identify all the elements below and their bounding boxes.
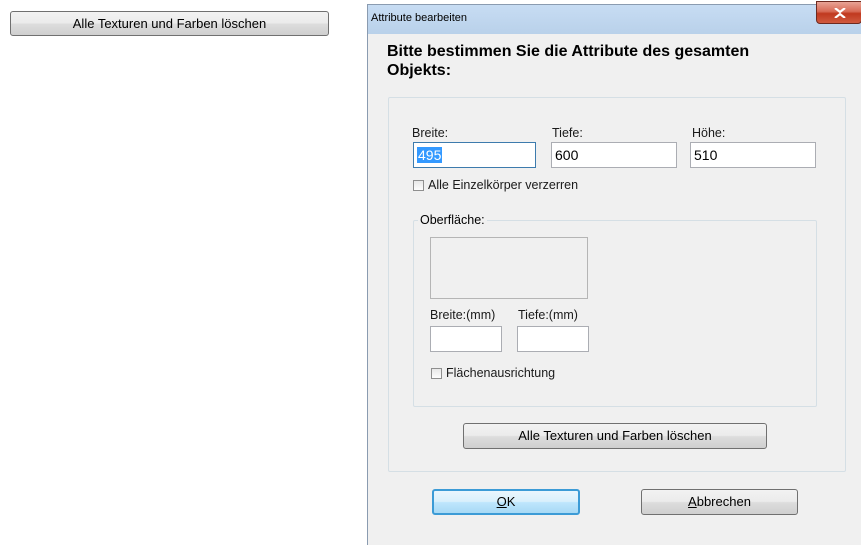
ok-accel: O bbox=[496, 494, 507, 509]
cancel-accel: A bbox=[688, 494, 697, 509]
breite-value: 495 bbox=[417, 147, 443, 163]
breite-mm-label: Breite:(mm) bbox=[430, 308, 496, 322]
breite-mm-input[interactable] bbox=[430, 326, 502, 352]
cancel-rest: bbrechen bbox=[696, 494, 751, 509]
breite-input[interactable]: 495 bbox=[413, 142, 536, 168]
cancel-button[interactable]: Abbrechen bbox=[641, 489, 798, 515]
distort-checkbox[interactable] bbox=[413, 180, 424, 191]
orientation-checkbox-label: Flächenausrichtung bbox=[446, 366, 556, 380]
dialog-title: Attribute bearbeiten bbox=[371, 12, 468, 24]
tiefe-value: 600 bbox=[555, 147, 579, 163]
reset-textures-button-outside[interactable]: Alle Texturen und Farben löschen bbox=[10, 11, 329, 36]
breite-label: Breite: bbox=[412, 126, 449, 140]
texture-preview bbox=[430, 237, 588, 299]
tiefe-mm-input[interactable] bbox=[517, 326, 589, 352]
ok-button[interactable]: OK bbox=[432, 489, 580, 515]
close-button[interactable] bbox=[816, 1, 861, 24]
reset-textures-button[interactable]: Alle Texturen und Farben löschen bbox=[463, 423, 767, 449]
hoehe-input[interactable]: 510 bbox=[690, 142, 816, 168]
tiefe-mm-label: Tiefe:(mm) bbox=[518, 308, 578, 322]
close-icon bbox=[834, 8, 846, 18]
tiefe-input[interactable]: 600 bbox=[551, 142, 677, 168]
orientation-checkbox[interactable] bbox=[431, 368, 442, 379]
surface-legend: Oberfläche: bbox=[418, 213, 487, 227]
attribute-dialog: Attribute bearbeiten Bitte bestimmen Sie… bbox=[367, 1, 861, 545]
title-bar: Attribute bearbeiten bbox=[368, 1, 861, 34]
ok-rest: K bbox=[506, 494, 516, 509]
hoehe-value: 510 bbox=[694, 147, 718, 163]
tiefe-label: Tiefe: bbox=[552, 126, 583, 140]
distort-checkbox-label: Alle Einzelkörper verzerren bbox=[428, 178, 579, 192]
dialog-heading: Bitte bestimmen Sie die Attribute des ge… bbox=[387, 43, 750, 79]
hoehe-label: Höhe: bbox=[692, 126, 726, 140]
